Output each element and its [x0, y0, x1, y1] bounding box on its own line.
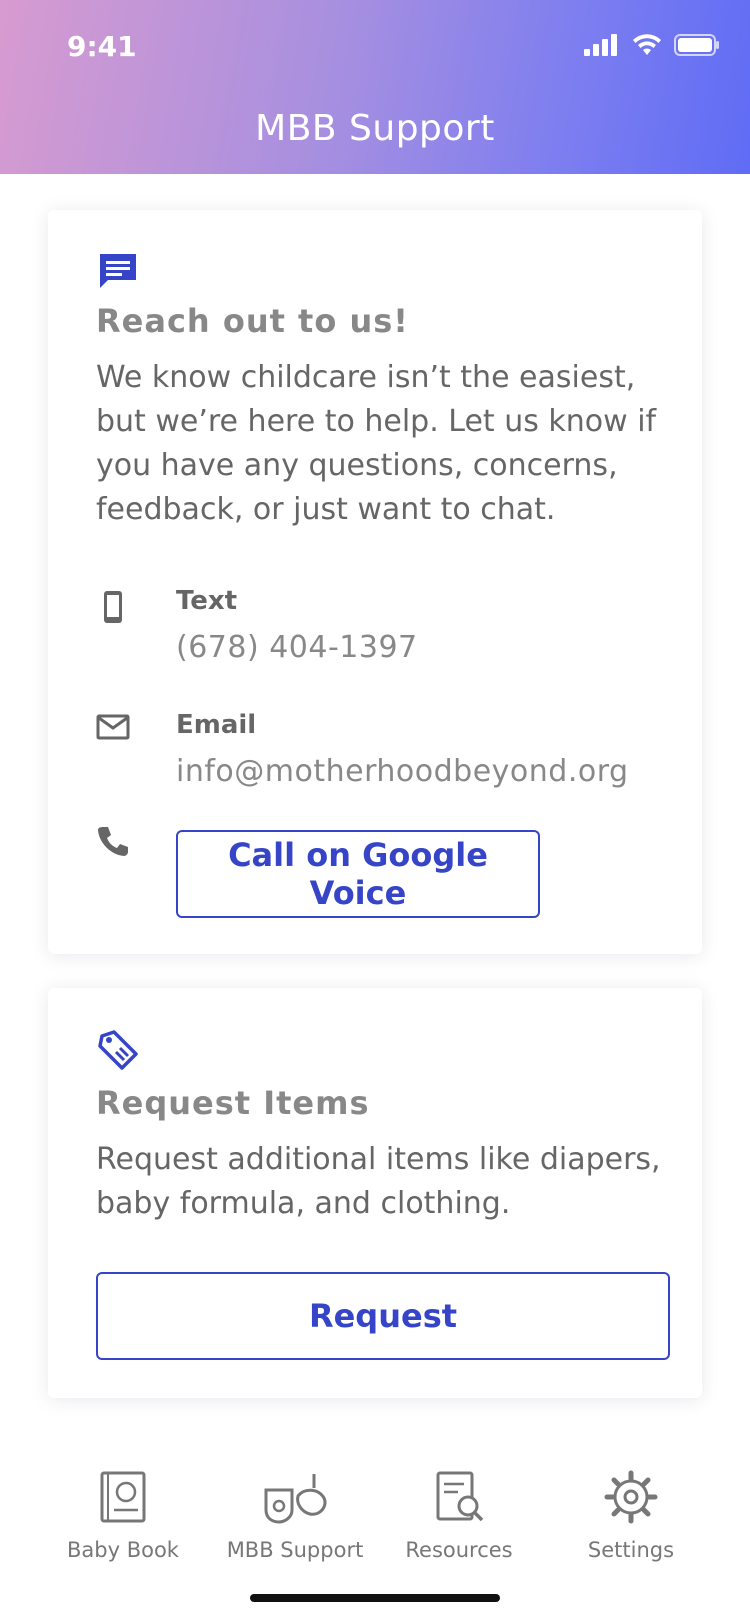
- tab-baby-book[interactable]: Baby Book: [38, 1470, 208, 1562]
- tab-label-baby-book: Baby Book: [67, 1538, 179, 1562]
- resources-icon: [436, 1471, 484, 1522]
- email-label: Email: [176, 710, 257, 740]
- tab-settings[interactable]: Settings: [546, 1470, 716, 1562]
- mail-icon: [96, 714, 130, 740]
- support-icon: [264, 1474, 327, 1524]
- contact-card-title: Reach out to us!: [96, 302, 409, 340]
- tab-resources[interactable]: Resources: [374, 1470, 544, 1562]
- tag-icon: [98, 1030, 138, 1070]
- contact-card-body: We know childcare isn’t the easiest, but…: [96, 360, 657, 527]
- status-time: 9:41: [67, 30, 137, 63]
- settings-icon: [604, 1470, 658, 1524]
- call-google-voice-button[interactable]: Call on Google Voice: [176, 830, 540, 918]
- tab-label-resources: Resources: [405, 1538, 513, 1562]
- status-icons: [584, 34, 720, 56]
- signal-icon: [584, 34, 617, 56]
- phone-icon: [98, 827, 128, 856]
- chat-icon: [100, 254, 136, 288]
- home-indicator: [250, 1594, 500, 1602]
- request-card-body: Request additional items like diapers, b…: [96, 1142, 661, 1221]
- tab-label-mbb-support: MBB Support: [226, 1538, 364, 1562]
- battery-icon: [674, 34, 719, 56]
- tab-mbb-support[interactable]: MBB Support: [210, 1470, 380, 1562]
- text-label: Text: [176, 586, 238, 616]
- baby-book-icon: [100, 1471, 146, 1523]
- page-title: MBB Support: [255, 108, 495, 149]
- wifi-icon: [633, 34, 661, 55]
- mobile-phone-icon: [104, 591, 122, 623]
- request-button[interactable]: Request: [96, 1272, 670, 1360]
- request-card: Request Items Request additional items l…: [48, 988, 702, 1398]
- request-card-title: Request Items: [96, 1084, 370, 1122]
- text-phone-number[interactable]: (678) 404-1397: [176, 630, 418, 665]
- tab-label-settings: Settings: [587, 1538, 675, 1562]
- app-header: 9:41 MBB Support: [0, 0, 750, 174]
- contact-card: Reach out to us! We know childcare isn’t…: [48, 210, 702, 954]
- email-address[interactable]: info@motherhoodbeyond.org: [176, 754, 629, 789]
